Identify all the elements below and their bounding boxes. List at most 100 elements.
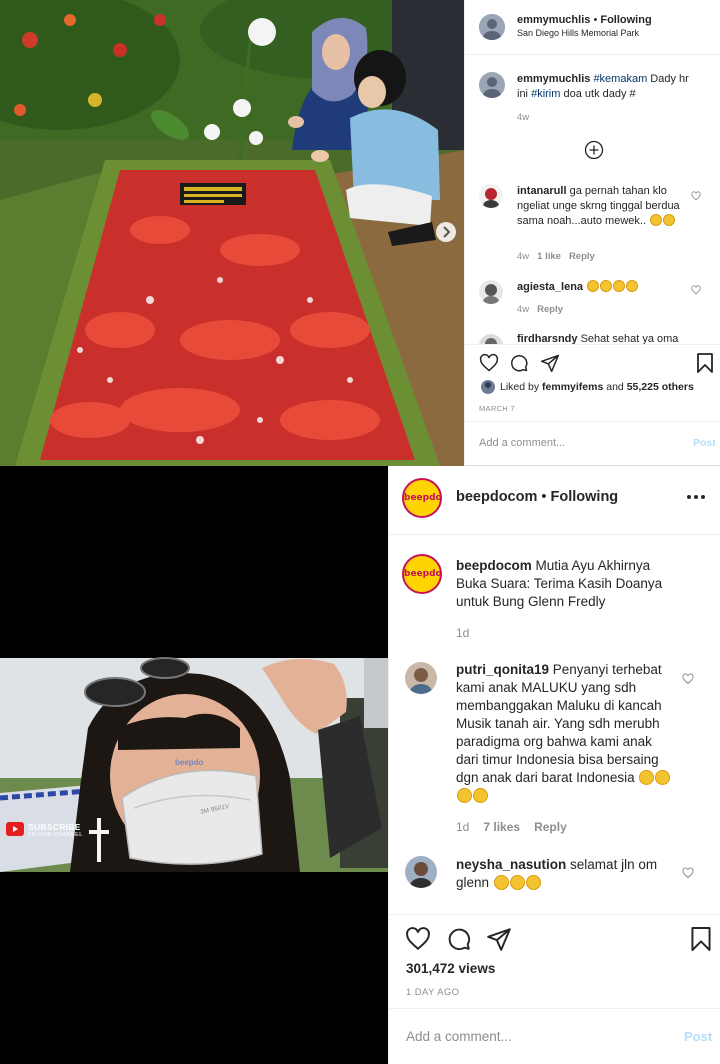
crying-face-icon — [587, 280, 600, 292]
like-comment-button[interactable] — [682, 867, 694, 879]
sad-face-icon — [655, 770, 671, 785]
share-button[interactable] — [540, 353, 560, 373]
post-comment-button[interactable]: Post — [684, 1029, 712, 1044]
comment-text: Sehat sehat ya oma — [580, 333, 679, 344]
liked-by: Liked by femmyifems and 55,225 others — [500, 381, 694, 393]
avatar[interactable] — [405, 662, 437, 694]
comment: neysha_nasution selamat jln om glenn — [456, 856, 678, 892]
username-link[interactable]: emmymuchlis — [517, 14, 590, 26]
youtube-logo-icon — [6, 822, 24, 836]
bookmark-icon — [697, 353, 713, 373]
comment-likes[interactable]: 1 like — [537, 251, 561, 262]
post-1-sidebar: emmymuchlis • Following San Diego Hills … — [464, 0, 720, 466]
crying-face-icon — [600, 280, 613, 292]
comment-likes[interactable]: 7 likes — [483, 820, 520, 834]
share-button[interactable] — [486, 926, 512, 952]
hashtag-link[interactable]: #kemakam — [593, 73, 647, 85]
comment-bubble-icon — [448, 928, 471, 951]
caption-age: 1d — [456, 626, 470, 640]
more-horizontal-icon — [687, 495, 705, 499]
username-link[interactable]: beepdocom — [456, 489, 537, 505]
comment-input[interactable]: Add a comment... — [406, 1029, 512, 1044]
subscribe-overlay-text: SUBSCRIBE — [28, 822, 81, 832]
comment-username[interactable]: neysha_nasution — [456, 857, 566, 872]
save-button[interactable] — [690, 926, 712, 952]
like-comment-button[interactable] — [691, 191, 701, 201]
avatar[interactable] — [479, 280, 503, 304]
comment-age: 1d — [456, 820, 470, 834]
liked-by-prefix: Liked by — [500, 381, 540, 393]
divider — [465, 421, 720, 422]
folded-hands-icon — [493, 875, 509, 890]
avatar[interactable] — [481, 380, 495, 394]
avatar[interactable] — [405, 856, 437, 888]
post-2-sidebar: beepdo beepdocom • Following beepdo beep… — [388, 466, 720, 1064]
comment: firdharsndy Sehat sehat ya oma — [517, 333, 678, 344]
hashtag-link[interactable]: #kirim — [531, 88, 560, 100]
like-comment-button[interactable] — [691, 285, 701, 295]
heart-icon — [406, 927, 430, 951]
comment: intanarull ga pernah tahan klo ngeliat u… — [517, 184, 695, 229]
post-2-video[interactable]: SUBSCRIBE TO OUR CHANNEL beepdo 3M 9501V — [0, 466, 388, 1064]
caption: emmymuchlis #kemakam Dady hr ini #kirim … — [517, 72, 695, 102]
user-avatar-icon — [405, 856, 437, 888]
crying-face-icon — [613, 280, 626, 292]
comment-username[interactable]: intanarull — [517, 185, 567, 197]
comment-username[interactable]: agiesta_lena — [517, 281, 583, 293]
bookmark-icon — [691, 927, 711, 951]
avatar[interactable] — [479, 334, 503, 344]
comment-meta: 4w 1 like Reply — [517, 251, 603, 262]
heart-icon — [691, 285, 701, 295]
reply-button[interactable]: Reply — [534, 820, 567, 834]
post-date: 1 DAY AGO — [406, 987, 460, 998]
avatar[interactable] — [479, 72, 505, 98]
save-button[interactable] — [696, 353, 714, 373]
plus-circle-icon — [584, 140, 604, 160]
comment: putri_qonita19 Penyanyi terhebat kami an… — [456, 661, 678, 805]
comment-username[interactable]: putri_qonita19 — [456, 662, 549, 677]
like-comment-button[interactable] — [682, 673, 694, 685]
comment-input[interactable]: Add a comment... — [479, 437, 565, 449]
sad-face-icon — [457, 788, 472, 803]
comment-meta: 4w Reply — [517, 304, 571, 315]
comment-username[interactable]: firdharsndy — [517, 333, 578, 344]
views-count[interactable]: 301,472 views — [406, 961, 495, 976]
paper-plane-icon — [487, 928, 511, 951]
avatar[interactable] — [479, 14, 505, 40]
more-options-button[interactable] — [686, 493, 706, 501]
follow-status-button[interactable]: Following — [551, 489, 619, 505]
reply-button[interactable]: Reply — [537, 304, 563, 315]
likes-count[interactable]: 55,225 others — [627, 381, 694, 393]
caption-username[interactable]: beepdocom — [456, 558, 532, 573]
divider — [389, 1008, 720, 1009]
subscribe-overlay-subtext: TO OUR CHANNEL — [28, 832, 83, 838]
follow-status-button[interactable]: Following — [600, 14, 651, 26]
liked-by-user[interactable]: femmyifems — [542, 381, 603, 393]
avatar[interactable]: beepdo — [402, 554, 442, 594]
post-header: beepdocom • Following — [456, 489, 618, 505]
comment-meta: 1d 7 likes Reply — [456, 820, 581, 834]
watermark: beepdo — [175, 758, 204, 767]
like-button[interactable] — [405, 926, 431, 952]
user-avatar-icon — [405, 662, 437, 694]
avatar-logo-text: beepdo — [404, 568, 442, 579]
heart-icon — [682, 867, 694, 879]
reply-button[interactable]: Reply — [569, 251, 595, 262]
next-photo-button[interactable] — [436, 222, 456, 242]
user-avatar-icon — [479, 334, 503, 344]
avatar[interactable] — [479, 184, 503, 208]
paper-plane-icon — [540, 354, 560, 373]
location-link[interactable]: San Diego Hills Memorial Park — [517, 28, 639, 38]
divider — [389, 914, 720, 915]
like-button[interactable] — [479, 353, 499, 373]
post-1-photo[interactable] — [0, 0, 464, 466]
divider — [465, 344, 720, 345]
comment-bubble-icon — [511, 355, 528, 372]
caption-username[interactable]: emmymuchlis — [517, 73, 590, 85]
post-comment-button[interactable]: Post — [693, 437, 716, 449]
comment-button[interactable] — [446, 926, 472, 952]
load-more-comments-button[interactable] — [584, 140, 604, 160]
sad-face-icon — [639, 770, 655, 785]
avatar[interactable]: beepdo — [402, 478, 442, 518]
comment-button[interactable] — [509, 353, 529, 373]
